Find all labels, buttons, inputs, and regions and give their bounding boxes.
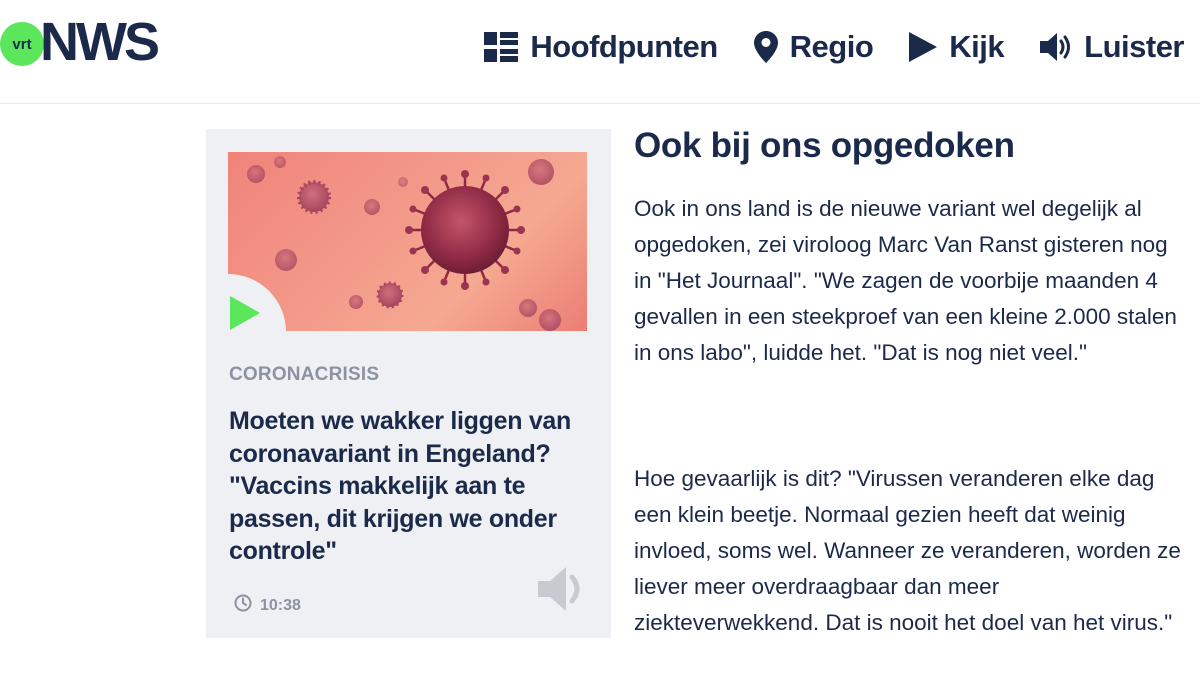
nav-label: Regio [789,29,874,64]
related-article-card[interactable]: CORONACRISIS Moeten we wakker liggen van… [206,129,611,638]
play-icon [230,296,260,330]
section-heading: Ook bij ons opgedoken [634,126,1015,165]
nav-item-hoofdpunten[interactable]: Hoofdpunten [484,29,718,65]
audio-speaker-icon[interactable] [536,563,588,620]
speaker-icon [1040,32,1072,62]
vrt-nws-logo[interactable]: vrt NWS [0,12,160,72]
article-paragraph: Hoe gevaarlijk is dit? "Virussen verande… [634,466,1181,635]
card-category[interactable]: CORONACRISIS [229,364,379,386]
coronavirus-image[interactable] [228,152,587,331]
article-body: Ook bij ons opgedoken Ook in ons land is… [634,124,1182,635]
nav-item-luister[interactable]: Luister [1040,29,1184,65]
nav-item-kijk[interactable]: Kijk [909,29,1005,65]
clock-icon [234,594,252,617]
card-headline[interactable]: Moeten we wakker liggen van coronavarian… [229,405,589,568]
map-pin-icon [753,31,778,63]
time-label: 10:38 [260,596,301,614]
site-header: vrt NWS Hoofdpunten Regio Kijk Luister [0,0,1200,104]
nav-item-regio[interactable]: Regio [753,29,874,65]
nav-label: Luister [1084,29,1184,64]
article-paragraph: Ook in ons land is de nieuwe variant wel… [634,196,1177,365]
play-icon [909,32,938,62]
nav-label: Hoofdpunten [530,29,718,64]
nav-label: Kijk [949,29,1005,64]
main-nav: Hoofdpunten Regio Kijk Luister [484,24,1184,70]
logo-wordmark: NWS [40,12,160,72]
grid-icon [484,32,519,62]
logo-vrt-badge: vrt [0,22,44,66]
card-timestamp: 10:38 [234,594,301,617]
